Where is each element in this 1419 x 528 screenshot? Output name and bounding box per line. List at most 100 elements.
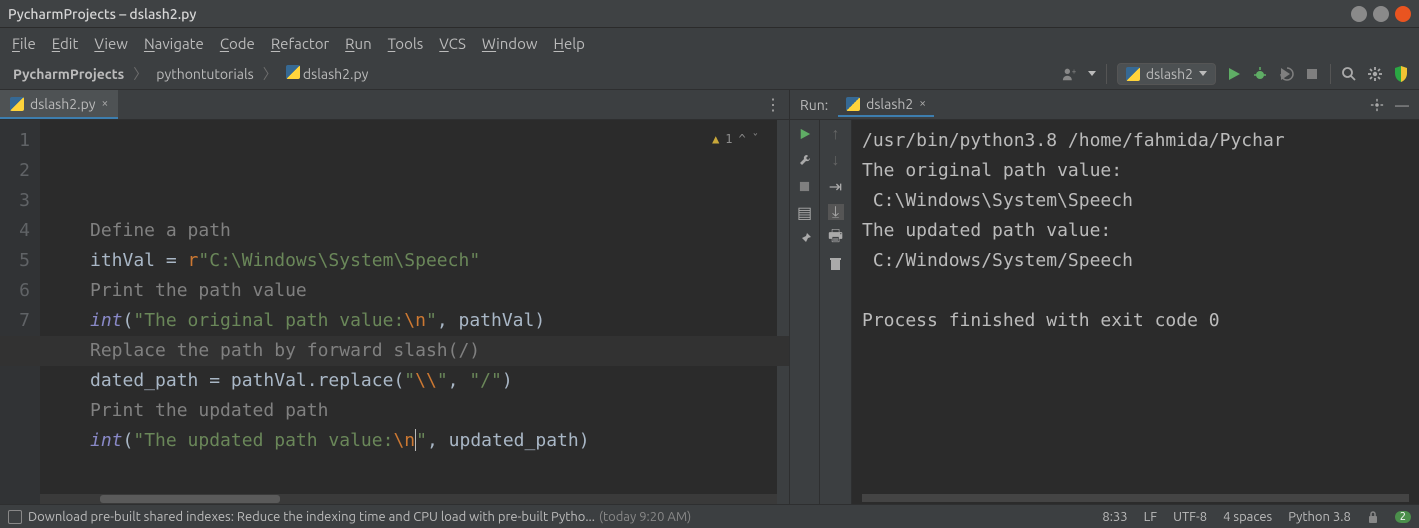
line-ending[interactable]: LF — [1144, 510, 1157, 524]
close-icon[interactable] — [1395, 6, 1411, 22]
status-message[interactable]: Download pre-built shared indexes: Reduc… — [28, 510, 595, 524]
code-line[interactable]: Print the path value — [90, 276, 777, 306]
editor-tab[interactable]: dslash2.py × — [0, 90, 118, 119]
notifications-badge[interactable]: 2 — [1395, 511, 1411, 523]
run-config-selector[interactable]: dslash2 — [1117, 63, 1216, 85]
menu-refactor[interactable]: Refactor — [265, 33, 335, 54]
console-text[interactable]: /usr/bin/python3.8 /home/fahmida/Pychar … — [862, 126, 1419, 336]
indent-config[interactable]: 4 spaces — [1223, 510, 1272, 524]
menu-run[interactable]: Run — [339, 33, 378, 54]
menu-help[interactable]: Help — [547, 33, 590, 54]
close-tab-icon[interactable]: × — [101, 97, 108, 110]
code-area[interactable]: ▲ 1 ^ ˇ Define a pathithVal = r"C:\Windo… — [40, 120, 777, 504]
statusbar: Download pre-built shared indexes: Reduc… — [0, 504, 1419, 528]
stop-icon[interactable] — [797, 178, 813, 194]
editor-body[interactable]: 12345678 ▲ 1 ^ ˇ Define a pathithVal = r… — [0, 120, 789, 504]
code-line[interactable]: int("The updated path value:\n", updated… — [90, 426, 777, 456]
horizontal-scrollbar[interactable] — [40, 494, 777, 504]
run-pane: Run: dslash2 × — ▤ ↑ — [790, 90, 1419, 504]
code-line[interactable]: Replace the path by forward slash(/) — [90, 336, 777, 366]
horizontal-scrollbar[interactable] — [862, 494, 1409, 502]
run-output[interactable]: /usr/bin/python3.8 /home/fahmida/Pychar … — [852, 120, 1419, 504]
lock-icon[interactable] — [1367, 510, 1379, 524]
menu-window[interactable]: Window — [476, 33, 544, 54]
rerun-icon[interactable] — [797, 126, 813, 142]
shield-icon[interactable] — [1393, 66, 1409, 82]
menu-tools[interactable]: Tools — [382, 33, 430, 54]
search-icon[interactable] — [1341, 66, 1357, 82]
separator — [1330, 64, 1331, 84]
python-icon — [846, 97, 860, 111]
layout-icon[interactable]: ▤ — [797, 204, 813, 220]
print-icon[interactable]: 🖶 — [828, 230, 844, 246]
menu-view[interactable]: View — [88, 33, 134, 54]
code-line[interactable]: int("The original path value:\n", pathVa… — [90, 306, 777, 336]
hide-icon[interactable]: — — [1395, 97, 1409, 113]
chevron-right-icon: 〉 — [127, 64, 153, 84]
code-line[interactable]: Define a path — [90, 216, 777, 246]
menu-edit[interactable]: Edit — [46, 33, 85, 54]
python-file-icon — [286, 65, 300, 79]
menu-code[interactable]: Code — [214, 33, 261, 54]
soft-wrap-icon[interactable]: ⇥ — [828, 178, 844, 194]
more-icon[interactable]: ⋮ — [765, 95, 781, 114]
navbar: PycharmProjects 〉 pythontutorials 〉 dsla… — [0, 58, 1419, 90]
menu-file[interactable]: File — [6, 33, 42, 54]
warning-icon: ▲ — [712, 124, 719, 154]
inspection-summary[interactable]: ▲ 1 ^ ˇ — [712, 124, 759, 154]
chevron-down-icon[interactable]: ˇ — [752, 124, 759, 154]
line-number[interactable]: 4 — [0, 216, 30, 246]
chevron-up-icon[interactable]: ^ — [739, 124, 746, 154]
debug-icon[interactable] — [1252, 66, 1268, 82]
code-line[interactable]: Print the updated path — [90, 396, 777, 426]
status-time: (today 9:20 AM) — [599, 510, 691, 524]
menu-navigate[interactable]: Navigate — [138, 33, 210, 54]
run-tab[interactable]: dslash2 × — [838, 93, 934, 117]
python-icon — [1126, 67, 1140, 81]
line-number[interactable]: 3 — [0, 186, 30, 216]
run-toolbar-primary: ▤ — [790, 120, 820, 504]
scroll-to-end-icon[interactable]: ⤓ — [828, 204, 844, 220]
breadcrumb[interactable]: PycharmProjects — [10, 66, 127, 82]
chevron-right-icon: 〉 — [257, 64, 283, 84]
up-arrow-icon[interactable]: ↑ — [828, 126, 844, 142]
vertical-scrollbar[interactable] — [777, 120, 789, 504]
maximize-icon[interactable] — [1373, 6, 1389, 22]
run-panel-label: Run: — [800, 97, 828, 113]
titlebar: PycharmProjects – dslash2.py — [0, 0, 1419, 28]
gear-icon[interactable] — [1369, 97, 1385, 113]
run-tab-label: dslash2 — [866, 96, 913, 112]
trash-icon[interactable] — [828, 256, 844, 272]
breadcrumb[interactable]: pythontutorials — [153, 66, 256, 82]
svg-text:+: + — [1072, 67, 1077, 76]
run-with-coverage-icon[interactable] — [1278, 66, 1294, 82]
line-number[interactable]: 6 — [0, 276, 30, 306]
chevron-down-icon — [1199, 71, 1207, 76]
pin-icon[interactable] — [797, 230, 813, 246]
run-icon[interactable] — [1226, 66, 1242, 82]
file-encoding[interactable]: UTF-8 — [1173, 510, 1207, 524]
minimize-icon[interactable] — [1351, 6, 1367, 22]
breadcrumb[interactable]: dslash2.py — [283, 65, 372, 82]
wrench-icon[interactable] — [797, 152, 813, 168]
line-number[interactable]: 2 — [0, 156, 30, 186]
tool-window-icon[interactable] — [8, 510, 22, 524]
down-arrow-icon[interactable]: ↓ — [828, 152, 844, 168]
close-tab-icon[interactable]: × — [919, 97, 926, 110]
editor-pane: dslash2.py × ⋮ 12345678 ▲ 1 ^ ˇ Define a… — [0, 90, 790, 504]
line-number[interactable]: 7 — [0, 306, 30, 336]
python-file-icon — [10, 97, 24, 111]
stop-icon[interactable] — [1304, 66, 1320, 82]
menu-vcs[interactable]: VCS — [433, 33, 472, 54]
gear-icon[interactable] — [1367, 66, 1383, 82]
code-line[interactable]: dated_path = pathVal.replace("\\", "/") — [90, 366, 777, 396]
code-line[interactable]: ithVal = r"C:\Windows\System\Speech" — [90, 246, 777, 276]
run-toolbar-secondary: ↑ ↓ ⇥ ⤓ 🖶 — [820, 120, 852, 504]
interpreter[interactable]: Python 3.8 — [1288, 510, 1351, 524]
add-user-icon[interactable]: + — [1062, 66, 1078, 82]
line-number[interactable]: 1 — [0, 126, 30, 156]
chevron-down-icon[interactable] — [1088, 71, 1096, 76]
run-header: Run: dslash2 × — — [790, 90, 1419, 120]
line-number[interactable]: 5 — [0, 246, 30, 276]
caret-position[interactable]: 8:33 — [1102, 510, 1127, 524]
